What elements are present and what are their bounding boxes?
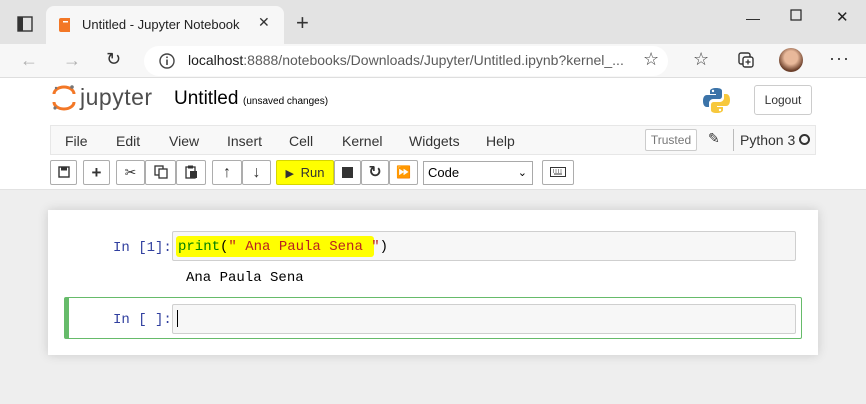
arrow-up-icon: ↑ — [223, 164, 231, 181]
run-label: Run — [300, 165, 325, 180]
cut-button[interactable]: ✂ — [116, 160, 145, 185]
collections-icon[interactable] — [737, 51, 755, 69]
menu-view[interactable]: View — [169, 133, 199, 149]
paste-button[interactable] — [176, 160, 206, 185]
cell-1-output: Ana Paula Sena — [186, 270, 304, 286]
notebook-title[interactable]: Untitled — [174, 88, 238, 110]
scissors-icon: ✂ — [124, 164, 137, 180]
keyboard-icon — [550, 167, 566, 177]
play-icon: ▶ — [285, 168, 294, 180]
menu-edit[interactable]: Edit — [116, 133, 140, 149]
stop-icon — [342, 167, 353, 178]
profile-avatar[interactable] — [779, 48, 803, 72]
tab-close-icon[interactable]: ✕ — [258, 14, 270, 31]
save-icon — [57, 166, 70, 178]
cell-2-input[interactable] — [172, 304, 796, 334]
code-function: print — [178, 239, 221, 255]
close-window-icon[interactable]: ✕ — [836, 8, 849, 26]
menu-kernel[interactable]: Kernel — [342, 133, 382, 149]
site-info-icon[interactable] — [158, 52, 176, 70]
cell-type-value: Code — [428, 165, 460, 180]
url-path: :8888/notebooks/Downloads/Jupyter/Untitl… — [243, 52, 624, 68]
restart-run-all-button[interactable]: ⏩ — [389, 160, 418, 185]
interrupt-kernel-button[interactable] — [334, 160, 361, 185]
edit-pencil-icon[interactable]: ✎ — [708, 130, 720, 147]
menu-file[interactable]: File — [65, 133, 88, 149]
arrow-down-icon: ↓ — [252, 164, 261, 181]
kernel-idle-icon — [799, 134, 810, 145]
cell-1-prompt: In [1]: — [113, 240, 172, 256]
restart-icon: ↻ — [368, 164, 382, 181]
more-options-icon[interactable]: ··· — [829, 48, 850, 69]
fast-forward-icon: ⏩ — [396, 165, 411, 179]
jupyter-logo-icon[interactable] — [51, 84, 77, 112]
url-host: localhost — [188, 52, 244, 68]
minimize-icon[interactable]: — — [746, 10, 760, 26]
new-tab-button[interactable]: + — [296, 10, 309, 36]
cell-1-code: print(" Ana Paula Sena ") — [178, 239, 388, 255]
add-favorite-icon[interactable]: ☆ — [643, 49, 659, 70]
cell-2-prompt: In [ ]: — [113, 312, 172, 328]
text-cursor — [177, 310, 178, 327]
cell-type-select[interactable]: Code ⌄ — [423, 161, 533, 185]
forward-arrow-icon[interactable]: → — [63, 50, 81, 71]
menu-bar: File Edit View Insert Cell Kernel Widget… — [50, 125, 816, 155]
browser-tab[interactable]: Untitled - Jupyter Notebook ✕ — [46, 6, 284, 44]
favorites-icon[interactable]: ☆ — [693, 49, 709, 70]
plus-icon: + — [91, 163, 102, 182]
tab-actions-icon[interactable] — [17, 16, 33, 32]
command-palette-button[interactable] — [542, 160, 574, 185]
code-string: " Ana Paula Sena " — [228, 239, 380, 255]
logout-button[interactable]: Logout — [754, 85, 812, 115]
paste-icon — [185, 165, 197, 179]
jupyter-notebook-favicon — [59, 18, 70, 32]
menu-widgets[interactable]: Widgets — [409, 133, 460, 149]
python-logo-icon — [703, 88, 730, 113]
insert-cell-button[interactable]: + — [83, 160, 110, 185]
save-button[interactable] — [50, 160, 77, 185]
restart-kernel-button[interactable]: ↻ — [361, 160, 389, 185]
reload-icon[interactable]: ↻ — [106, 49, 121, 70]
trusted-indicator[interactable]: Trusted — [645, 129, 697, 151]
menu-insert[interactable]: Insert — [227, 133, 262, 149]
kernel-divider — [733, 129, 734, 151]
menu-help[interactable]: Help — [486, 133, 515, 149]
copy-icon — [153, 165, 168, 179]
copy-button[interactable] — [145, 160, 176, 185]
run-button[interactable]: ▶ Run — [276, 160, 334, 185]
menu-cell[interactable]: Cell — [289, 133, 313, 149]
kernel-name[interactable]: Python 3 — [740, 132, 795, 148]
chevron-down-icon: ⌄ — [517, 167, 527, 179]
save-status: (unsaved changes) — [243, 96, 329, 107]
code-paren-close: ) — [379, 239, 389, 255]
url-text[interactable]: localhost:8888/notebooks/Downloads/Jupyt… — [188, 52, 628, 68]
back-arrow-icon[interactable]: ← — [20, 50, 38, 71]
maximize-icon[interactable] — [790, 9, 802, 21]
move-down-button[interactable]: ↓ — [242, 160, 271, 185]
jupyter-logo-text[interactable]: jupyter — [80, 84, 153, 111]
tab-title: Untitled - Jupyter Notebook — [82, 17, 240, 32]
move-up-button[interactable]: ↑ — [212, 160, 242, 185]
